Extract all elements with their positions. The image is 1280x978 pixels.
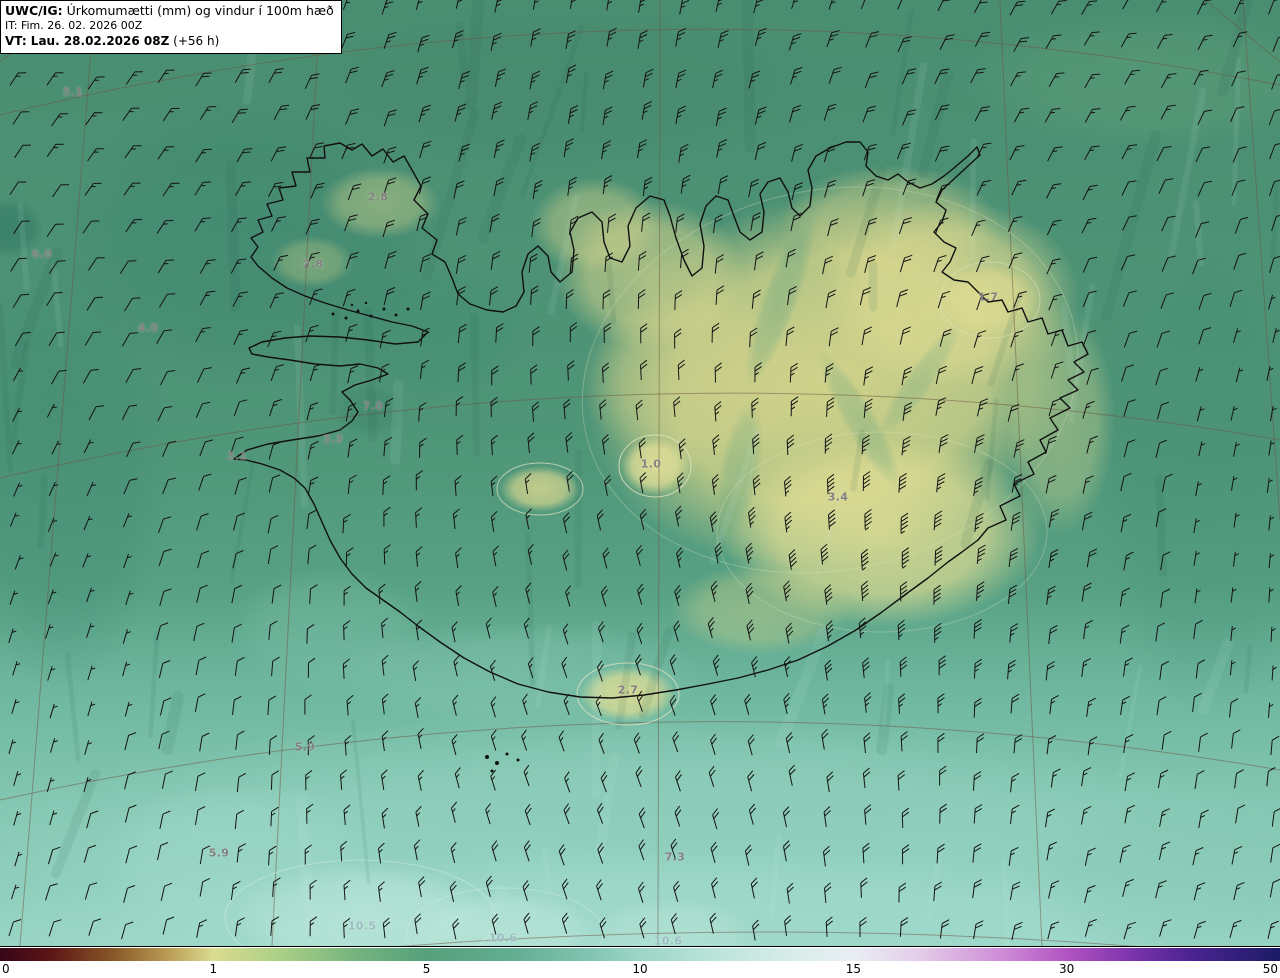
colorbar-tick-0: 0 xyxy=(2,962,10,976)
graticule-line xyxy=(657,0,661,946)
graticule-line xyxy=(1242,0,1280,521)
colorbar-tick-30: 30 xyxy=(1058,962,1075,976)
island xyxy=(490,769,494,773)
init-time-line: IT: Fim. 26. 02. 2026 00Z xyxy=(5,19,143,33)
graticule-line xyxy=(19,0,96,946)
title-box: UWC/IG: Úrkomumætti (mm) og vindur í 100… xyxy=(0,0,342,55)
island xyxy=(364,301,368,305)
colorbar-tick-10: 10 xyxy=(632,962,648,976)
iceland-coastline xyxy=(233,141,1089,699)
title-line: UWC/IG: Úrkomumætti (mm) og vindur í 100… xyxy=(5,3,334,19)
weather-map-page: 5.1 6.0 2.8 2.8 4.0 7.0 3.3 3.1 1.0 1.7 3.4 2.7 5.9 5… xyxy=(0,0,1280,978)
colorbar-tick-50: 50 xyxy=(1262,962,1278,976)
island xyxy=(344,316,348,320)
island xyxy=(350,303,354,307)
precip-contour xyxy=(716,431,1048,633)
valid-time-line: VT: Lau. 28.02.2026 08Z (+56 h) xyxy=(5,34,334,50)
colorbar-tick-15: 15 xyxy=(845,962,862,976)
precip-contour xyxy=(406,887,604,946)
precip-contour xyxy=(939,261,1041,339)
island xyxy=(394,313,398,317)
model-label: UWC/IG: xyxy=(5,3,63,18)
precip-contour xyxy=(581,186,1079,574)
colorbar-tick-1: 1 xyxy=(209,962,218,976)
island xyxy=(505,752,509,756)
map-overlay xyxy=(0,0,1280,946)
island xyxy=(406,307,410,311)
graticule-line xyxy=(0,721,1280,801)
island xyxy=(356,309,360,313)
island xyxy=(382,307,386,311)
graticule-lines xyxy=(0,0,1280,946)
colorbar-tick-5: 5 xyxy=(422,962,431,976)
map-area: 5.1 6.0 2.8 2.8 4.0 7.0 3.3 3.1 1.0 1.7 3.4 2.7 5.9 5… xyxy=(0,0,1280,947)
valid-time: VT: Lau. 28.02.2026 08Z xyxy=(5,33,170,48)
island xyxy=(331,312,335,316)
island xyxy=(516,758,520,762)
colorbar-gradient xyxy=(0,948,1280,961)
island xyxy=(495,761,499,765)
colorbar-ticks: 0 1 5 10 15 30 50 xyxy=(0,961,1280,978)
island xyxy=(369,314,373,318)
graticule-line xyxy=(399,931,1137,946)
island xyxy=(485,755,489,759)
precip-contour xyxy=(576,662,680,726)
precip-contour xyxy=(618,434,692,498)
graticule-line xyxy=(1204,0,1280,63)
precip-contour xyxy=(496,462,584,516)
wind-barbs xyxy=(8,0,1280,941)
colorbar: 0 1 5 10 15 30 50 xyxy=(0,948,1280,978)
map-title: Úrkomumætti (mm) og vindur í 100m hæð xyxy=(66,3,334,18)
graticule-line xyxy=(999,0,1043,946)
wind-barb-strokes xyxy=(8,0,1280,941)
precip-contours xyxy=(224,186,1079,946)
valid-offset: (+56 h) xyxy=(173,33,220,48)
